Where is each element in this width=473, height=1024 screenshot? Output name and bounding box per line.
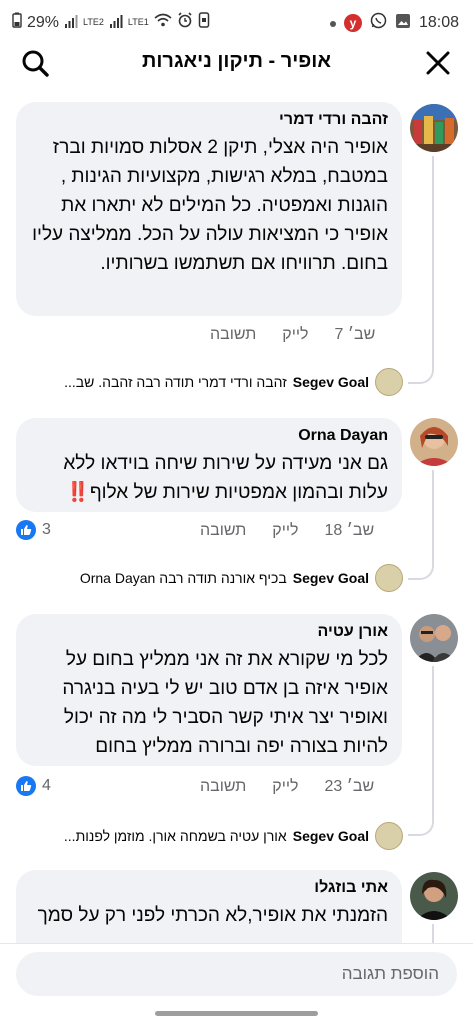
add-comment-input[interactable]: הוספת תגובה bbox=[16, 952, 457, 996]
comment-bubble: זהבה ורדי דמרי אופיר היה אצלי, תיקן 2 אס… bbox=[16, 102, 402, 316]
reply-author: Segev Goal bbox=[292, 570, 369, 586]
comment-bubble: Orna Dayan גם אני מעידה על שירות שיחה בו… bbox=[16, 418, 402, 512]
avatar[interactable] bbox=[410, 104, 458, 152]
avatar[interactable] bbox=[410, 418, 458, 466]
thread-curve bbox=[408, 808, 434, 836]
close-button[interactable] bbox=[421, 46, 455, 80]
thread-curve bbox=[408, 356, 434, 384]
reply-text: זהבה ורדי דמרי תודה רבה זהבה. שב... bbox=[64, 374, 287, 390]
reaction-count: 4 bbox=[42, 777, 51, 794]
clock: 18:08 bbox=[418, 14, 459, 31]
reaction-count: 3 bbox=[42, 521, 51, 538]
status-right: y 18:08 bbox=[329, 12, 459, 34]
thread-line bbox=[432, 470, 434, 564]
status-bar: 29% LTE2 LTE1 y 18:08 bbox=[0, 0, 473, 42]
comment-author[interactable]: Orna Dayan bbox=[30, 427, 388, 445]
reaction-summary[interactable]: 3 bbox=[16, 520, 51, 540]
reply-author: Segev Goal bbox=[292, 828, 369, 844]
sim2-label: LTE2 bbox=[83, 17, 104, 27]
avatar[interactable] bbox=[410, 614, 458, 662]
comment-date[interactable]: 18 שב׳ bbox=[325, 522, 375, 540]
comment-date[interactable]: 23 שב׳ bbox=[325, 778, 375, 796]
comment-bubble: אורן עטיה לכל מי שקורא את זה אני ממליץ ב… bbox=[16, 614, 402, 766]
thread-line bbox=[432, 666, 434, 820]
comment-author[interactable]: אתי בוזגלו bbox=[30, 879, 388, 897]
notification-badge-icon: y bbox=[343, 14, 362, 32]
sim2-signal-icon bbox=[64, 14, 78, 31]
reply-preview[interactable]: Segev Goal בכיף אורנה תודה רבה Orna Daya… bbox=[80, 564, 403, 592]
navigation-handle[interactable] bbox=[155, 1011, 318, 1016]
comment-author[interactable]: זהבה ורדי דמרי bbox=[30, 111, 388, 129]
phone-lock-icon bbox=[198, 12, 210, 33]
reaction-summary[interactable]: 4 bbox=[16, 776, 51, 796]
page-title: אופיר - תיקון ניאגרות bbox=[142, 50, 331, 72]
comment-actions: 7 שב׳ לייק תשובה bbox=[210, 326, 388, 344]
comment-date[interactable]: 7 שב׳ bbox=[335, 326, 376, 344]
alarm-icon bbox=[177, 12, 193, 33]
comment-actions: 18 שב׳ לייק תשובה bbox=[200, 522, 388, 540]
sim1-signal-icon bbox=[109, 14, 123, 31]
comment-author[interactable]: אורן עטיה bbox=[30, 623, 388, 641]
like-reaction-icon bbox=[16, 776, 36, 796]
like-button[interactable]: לייק bbox=[272, 522, 298, 540]
comment-actions: 23 שב׳ לייק תשובה bbox=[200, 778, 388, 796]
reply-text: בכיף אורנה תודה רבה Orna Dayan bbox=[79, 570, 287, 586]
comment-text: הזמנתי את אופיר,לא הכרתי לפני רק על סמך bbox=[37, 905, 388, 926]
thread-curve bbox=[408, 552, 434, 580]
sim1-label: LTE1 bbox=[127, 17, 149, 27]
reply-button[interactable]: תשובה bbox=[200, 778, 246, 796]
battery-icon bbox=[12, 12, 22, 33]
comment-text: גם אני מעידה על שירות שיחה בוידאו ללא על… bbox=[63, 453, 388, 503]
header: אופיר - תיקון ניאגרות bbox=[0, 42, 473, 84]
whatsapp-icon bbox=[370, 12, 387, 34]
like-reaction-icon bbox=[16, 520, 36, 540]
reply-button[interactable]: תשובה bbox=[210, 326, 256, 344]
status-left: 29% LTE2 LTE1 bbox=[12, 12, 210, 33]
like-button[interactable]: לייק bbox=[282, 326, 308, 344]
gallery-icon bbox=[395, 13, 411, 34]
reply-text: אורן עטיה בשמחה אורן. מוזמן לפנות... bbox=[63, 828, 287, 844]
avatar bbox=[375, 822, 403, 850]
battery-percent: 29% bbox=[27, 13, 60, 31]
reply-button[interactable]: תשובה bbox=[200, 522, 246, 540]
close-icon bbox=[426, 51, 450, 75]
avatar bbox=[375, 564, 403, 592]
thread-line bbox=[432, 156, 434, 370]
avatar bbox=[375, 368, 403, 396]
reply-preview[interactable]: Segev Goal אורן עטיה בשמחה אורן. מוזמן ל… bbox=[64, 822, 403, 850]
reply-preview[interactable]: Segev Goal זהבה ורדי דמרי תודה רבה זהבה.… bbox=[64, 368, 403, 396]
comment-text: אופיר היה אצלי, תיקן 2 אסלות סמויות וברז… bbox=[32, 137, 388, 274]
dot-icon bbox=[329, 14, 336, 32]
wifi-icon bbox=[154, 13, 172, 32]
comment-composer: הוספת תגובה bbox=[0, 943, 473, 1024]
like-button[interactable]: לייק bbox=[272, 778, 298, 796]
reply-author: Segev Goal bbox=[292, 374, 369, 390]
avatar[interactable] bbox=[410, 872, 458, 920]
comment-text: לכל מי שקורא את זה אני ממליץ בחום על אופ… bbox=[62, 649, 388, 757]
